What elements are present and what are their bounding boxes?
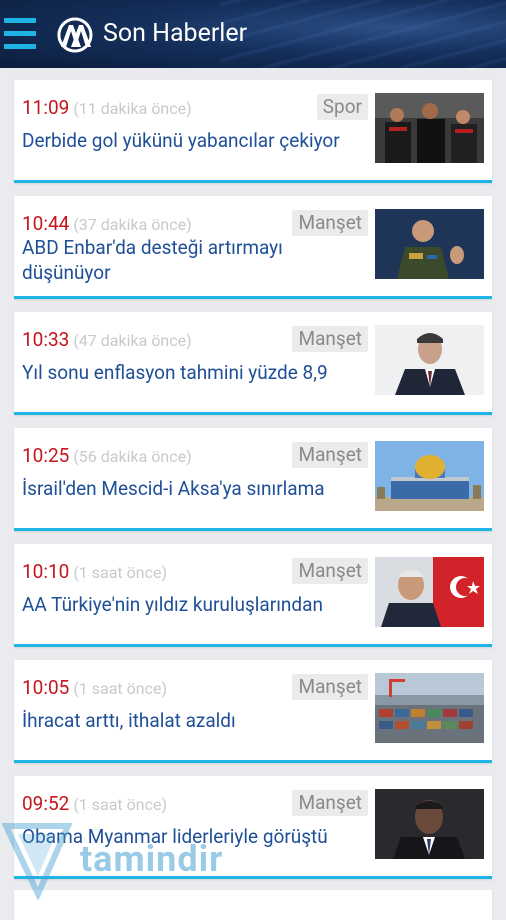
news-ago: (1 saat önce) <box>73 679 168 698</box>
news-category-badge: Manşet <box>292 442 368 468</box>
news-headline: AA Türkiye'nin yıldız kuruluşlarından <box>22 593 323 616</box>
news-headline: İhracat arttı, ithalat azaldı <box>22 709 236 732</box>
news-headline: ABD Enbar'da desteği artırmayı düşünüyor <box>22 236 283 284</box>
news-headline: Obama Myanmar liderleriyle görüştü <box>22 825 328 848</box>
news-thumbnail <box>375 557 484 627</box>
news-card[interactable]: 10:10 (1 saat önce) Manşet AA Türkiye'nin… <box>14 544 492 647</box>
app-header: Son Haberler <box>0 0 506 68</box>
news-card[interactable]: 09:52 (1 saat önce) Manşet Obama Myanmar … <box>14 776 492 879</box>
news-ago: (37 dakika önce) <box>73 215 192 234</box>
news-category-badge: Manşet <box>292 210 368 236</box>
news-headline: Derbide gol yükünü yabancılar çekiyor <box>22 129 340 152</box>
header-background-streaks <box>220 0 506 68</box>
news-time: 10:44 (37 dakika önce) <box>22 212 192 235</box>
aa-logo-icon <box>55 17 95 53</box>
news-headline: İsrail'den Mescid-i Aksa'ya sınırlama <box>22 477 325 500</box>
news-category-badge: Manşet <box>292 326 368 352</box>
news-thumbnail <box>375 441 484 511</box>
news-category-badge: Manşet <box>292 558 368 584</box>
news-ago: (1 saat önce) <box>73 563 168 582</box>
news-time: 10:10 (1 saat önce) <box>22 560 168 583</box>
hamburger-menu-icon[interactable] <box>4 18 36 50</box>
news-ago: (11 dakika önce) <box>73 99 192 118</box>
news-time: 10:25 (56 dakika önce) <box>22 444 192 467</box>
news-card[interactable]: 10:05 (1 saat önce) Manşet İhracat arttı,… <box>14 660 492 763</box>
news-thumbnail <box>375 209 484 279</box>
news-thumbnail <box>375 673 484 743</box>
news-category-badge: Spor <box>316 94 368 120</box>
news-thumbnail <box>375 789 484 859</box>
news-card[interactable]: 10:44 (37 dakika önce) Manşet ABD Enbar'd… <box>14 196 492 299</box>
news-category-badge: Manşet <box>292 790 368 816</box>
news-time: 09:52 (1 saat önce) <box>22 792 168 815</box>
news-thumbnail <box>375 325 484 395</box>
news-category-badge: Manşet <box>292 674 368 700</box>
news-card[interactable]: 10:33 (47 dakika önce) Manşet Yıl sonu en… <box>14 312 492 415</box>
news-headline: Yıl sonu enflasyon tahmini yüzde 8,9 <box>22 361 328 384</box>
news-ago: (56 dakika önce) <box>73 447 192 466</box>
news-time: 10:33 (47 dakika önce) <box>22 328 192 351</box>
news-ago: (47 dakika önce) <box>73 331 192 350</box>
news-card-partial[interactable] <box>14 890 492 920</box>
app-title: Son Haberler <box>103 19 248 48</box>
news-card[interactable]: 10:25 (56 dakika önce) Manşet İsrail'den … <box>14 428 492 531</box>
news-time: 10:05 (1 saat önce) <box>22 676 168 699</box>
news-thumbnail <box>375 93 484 163</box>
news-card[interactable]: 11:09 (11 dakika önce) Spor Derbide gol y… <box>14 80 492 183</box>
news-time: 11:09 (11 dakika önce) <box>22 96 192 119</box>
news-ago: (1 saat önce) <box>73 795 168 814</box>
